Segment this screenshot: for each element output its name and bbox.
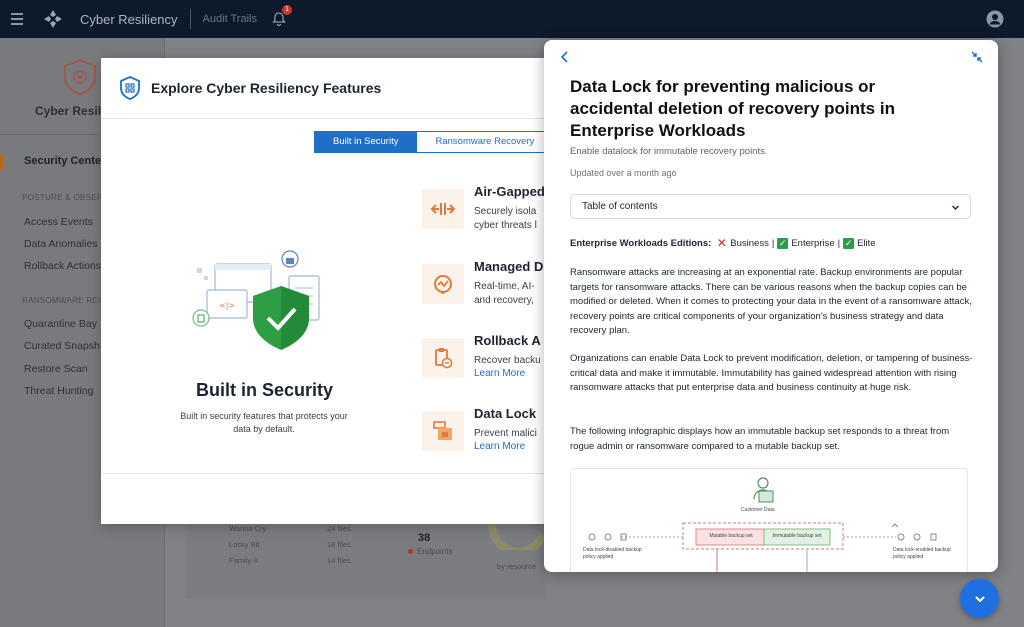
sidebar-item-quarantine-bay[interactable]: Quarantine Bay xyxy=(24,318,97,330)
edition-enterprise: Enterprise xyxy=(791,238,835,249)
infographic-right-note: Data lock-enabled backup policy applied xyxy=(893,547,951,560)
bg-by-resource: by resource xyxy=(497,562,537,571)
feature-item-desc: Prevent malici xyxy=(474,428,537,439)
user-avatar-icon[interactable] xyxy=(986,10,1004,28)
bg-row-name: Family 3 xyxy=(229,556,258,565)
bg-donut-chart xyxy=(488,520,546,550)
security-shield-illustration: <|> xyxy=(192,250,320,350)
feature-item-desc: Securely isola cyber threats l xyxy=(474,206,537,231)
notifications-button[interactable]: 1 xyxy=(271,5,292,27)
bg-row-files: 18 files xyxy=(327,540,351,549)
article-updated: Updated over a month ago xyxy=(570,168,677,178)
hamburger-menu-icon[interactable] xyxy=(0,0,34,38)
edition-business: Business xyxy=(730,238,769,249)
article-paragraph: The following infographic displays how a… xyxy=(570,426,950,452)
modal-title: Explore Cyber Resiliency Features xyxy=(151,80,382,96)
tab-ransomware-recovery[interactable]: Ransomware Recovery xyxy=(417,131,551,153)
article-subtitle: Enable datalock for immutable recovery p… xyxy=(570,146,768,157)
app-name[interactable]: Cyber Resiliency xyxy=(80,12,178,27)
feature-item-desc: Recover backu xyxy=(474,355,541,366)
feature-item-title: Air-Gapped xyxy=(474,184,545,199)
sidebar-item-threat-hunting[interactable]: Threat Hunting xyxy=(24,385,93,397)
sidebar-group-posture: POSTURE & OBSERV xyxy=(22,193,109,202)
editions-line: Enterprise Workloads Editions: ✕ Busines… xyxy=(570,236,876,250)
check-mark-icon: ✓ xyxy=(777,238,789,249)
immutability-infographic: Customer Data Mutable backup set Immutab… xyxy=(570,468,968,572)
check-mark-icon: ✓ xyxy=(843,238,855,249)
bg-row-name: Wanna Cry xyxy=(229,524,267,533)
toc-label: Table of contents xyxy=(582,201,658,212)
topbar-separator xyxy=(189,9,191,29)
chevron-left-icon[interactable] xyxy=(558,50,572,64)
sidebar-group-ransomware: RANSOMWARE REC xyxy=(22,296,105,305)
learn-more-link[interactable]: Learn More xyxy=(474,441,525,452)
data-lock-icon xyxy=(422,411,464,451)
sidebar-item-data-anomalies[interactable]: Data Anomalies xyxy=(24,238,98,250)
svg-text:<|>: <|> xyxy=(219,301,235,310)
help-article-panel: Data Lock for preventing malicious or ac… xyxy=(544,40,998,572)
feature-description: Built in security features that protects… xyxy=(180,411,348,434)
notification-badge: 1 xyxy=(281,5,292,15)
feature-item-title: Data Lock xyxy=(474,406,537,421)
sidebar-item-restore-scan[interactable]: Restore Scan xyxy=(24,363,88,375)
chevron-down-icon xyxy=(952,205,959,210)
infographic-customer-data: Customer Data xyxy=(741,507,775,513)
editions-label: Enterprise Workloads Editions: xyxy=(570,238,712,249)
bg-row-files: 24 files xyxy=(327,524,351,533)
feature-item-desc: Real-time, AI-and recovery, xyxy=(474,281,535,306)
shield-settings-icon xyxy=(120,76,140,100)
table-of-contents-dropdown[interactable]: Table of contents xyxy=(570,194,971,219)
article-paragraph: Ransomware attacks are increasing at an … xyxy=(570,267,972,336)
feature-item-title: Rollback A xyxy=(474,333,541,348)
app-logo-icon xyxy=(44,10,62,28)
sidebar-item-curated-snapshots[interactable]: Curated Snapsh xyxy=(24,340,100,352)
explore-features-modal: Explore Cyber Resiliency Features Built … xyxy=(101,58,551,524)
feature-item-title: Managed D xyxy=(474,259,544,274)
bg-endpoints-count: 38 xyxy=(418,532,431,544)
rollback-icon xyxy=(422,338,464,378)
infographic-mutable: Mutable backup set xyxy=(709,533,753,539)
help-launcher-button[interactable] xyxy=(960,579,999,618)
infographic-immutable: Immutable backup set xyxy=(772,533,822,539)
bg-row-name: Locky Bit xyxy=(229,540,260,549)
air-gap-icon xyxy=(422,189,464,229)
ai-detection-icon xyxy=(422,264,464,304)
sidebar-item-rollback-actions[interactable]: Rollback Actions xyxy=(24,260,101,272)
modal-footer-divider xyxy=(101,473,551,474)
bg-row-files: 14 files xyxy=(327,556,351,565)
cross-mark-icon: ✕ xyxy=(716,236,727,250)
sidebar-item-access-events[interactable]: Access Events xyxy=(24,216,93,228)
shield-brand-icon xyxy=(64,58,96,96)
sidebar-item-label: Security Center xyxy=(24,155,106,167)
article-paragraph: Organizations can enable Data Lock to pr… xyxy=(570,353,973,393)
chevron-down-icon xyxy=(974,595,985,602)
sidebar-brand: Cyber Resil xyxy=(35,104,102,118)
learn-more-link[interactable]: Learn More xyxy=(474,368,525,379)
feature-heading: Built in Security xyxy=(195,380,334,400)
top-bar: Cyber Resiliency Audit Trails 1 xyxy=(0,0,1024,38)
edition-elite: Elite xyxy=(857,238,876,249)
collapse-arrows-icon[interactable] xyxy=(970,50,984,64)
feature-tabs: Built in Security Ransomware Recovery xyxy=(314,131,551,153)
breadcrumb-audit-trails[interactable]: Audit Trails xyxy=(203,13,257,25)
tab-built-in-security[interactable]: Built in Security xyxy=(314,131,418,153)
infographic-left-note: Data lock-disabled backup policy applied xyxy=(583,547,642,560)
article-title: Data Lock for preventing malicious or ac… xyxy=(570,77,895,140)
bg-endpoints-label: Endpoints xyxy=(408,547,453,556)
modal-header: Explore Cyber Resiliency Features xyxy=(101,58,551,119)
